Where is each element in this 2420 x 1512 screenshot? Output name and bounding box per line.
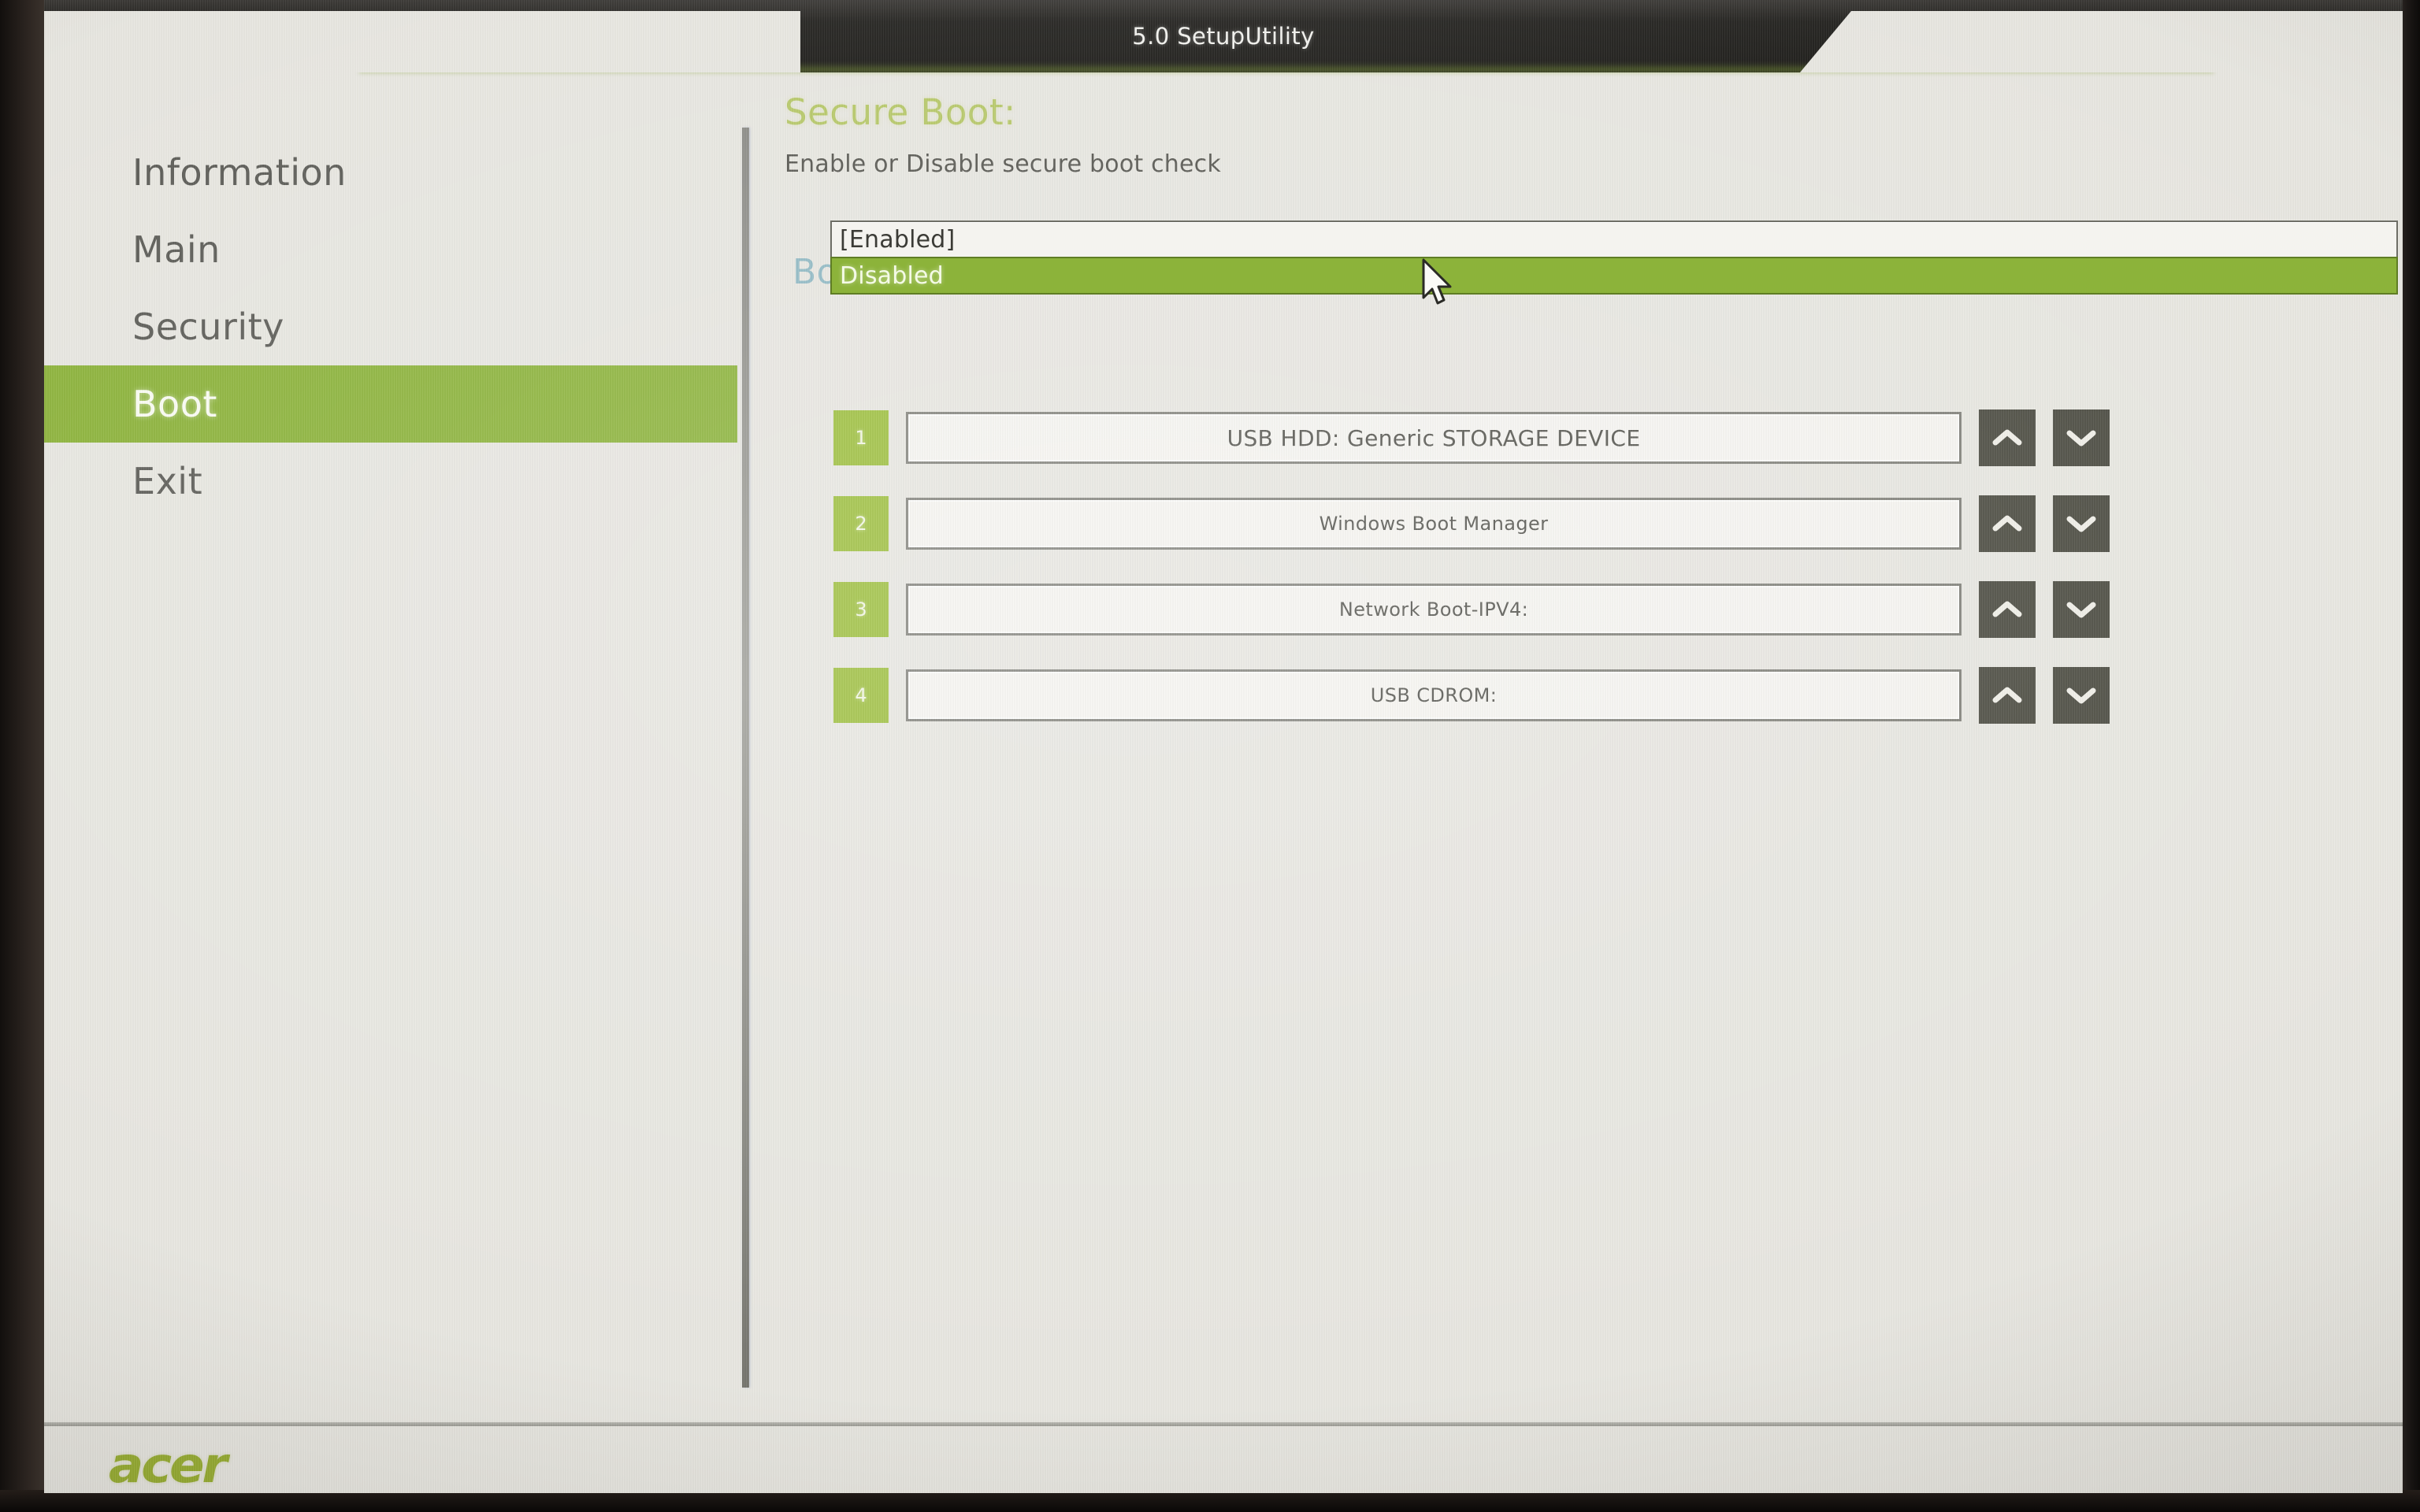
sidebar-item-label: Security — [132, 306, 284, 348]
dropdown-option-disabled[interactable]: Disabled — [830, 257, 2398, 295]
boot-device-label: USB CDROM: — [1370, 684, 1498, 706]
sidebar-item-exit[interactable]: Exit — [44, 443, 737, 520]
bios-screen: 5.0 SetupUtility Information Main Securi… — [44, 0, 2403, 1493]
move-up-button[interactable] — [1979, 410, 2036, 466]
boot-rank-badge: 4 — [833, 668, 889, 723]
boot-device-field[interactable]: Windows Boot Manager — [906, 498, 1962, 550]
move-up-button[interactable] — [1979, 667, 2036, 724]
boot-list-item[interactable]: 2 Windows Boot Manager — [833, 495, 2330, 552]
screen-bezel-bottom — [0, 1490, 2420, 1512]
move-up-button[interactable] — [1979, 495, 2036, 552]
vertical-divider — [742, 128, 749, 1388]
screen-bezel-right — [2401, 0, 2420, 1512]
secure-boot-dropdown[interactable]: [Enabled] Disabled — [830, 220, 2398, 295]
boot-device-label: Network Boot-IPV4: — [1338, 598, 1529, 621]
dropdown-current-value[interactable]: [Enabled] — [830, 220, 2398, 257]
sidebar-nav: Information Main Security Boot Exit — [44, 134, 737, 520]
sidebar-item-security[interactable]: Security — [44, 288, 737, 365]
mouse-pointer-icon — [1422, 258, 1452, 305]
boot-device-field[interactable]: USB CDROM: — [906, 669, 1962, 721]
chevron-up-icon — [1992, 687, 2022, 703]
sidebar-item-boot[interactable]: Boot — [44, 365, 737, 443]
chevron-up-icon — [1992, 429, 2022, 446]
boot-list-item[interactable]: 3 Network Boot-IPV4: — [833, 581, 2330, 638]
screen-bezel-left — [0, 0, 44, 1512]
page-title: 5.0 SetupUtility — [1132, 23, 1315, 50]
main-content: Secure Boot: Enable or Disable secure bo… — [785, 91, 2398, 724]
boot-rank-badge: 2 — [833, 496, 889, 551]
acer-logo: acer — [109, 1436, 228, 1493]
boot-list-item[interactable]: 1 USB HDD: Generic STORAGE DEVICE — [833, 410, 2330, 466]
chevron-down-icon — [2066, 687, 2096, 704]
boot-rank-badge: 1 — [833, 410, 889, 465]
boot-device-field[interactable]: Network Boot-IPV4: — [906, 584, 1962, 636]
chevron-down-icon — [2066, 430, 2096, 447]
chevron-up-icon — [1992, 601, 2022, 617]
sidebar-item-label: Main — [132, 228, 221, 271]
footer-divider — [44, 1422, 2403, 1426]
laptop-screen-photo: 5.0 SetupUtility Information Main Securi… — [0, 0, 2420, 1512]
sidebar-item-label: Exit — [132, 460, 203, 502]
move-down-button[interactable] — [2053, 410, 2110, 466]
secure-boot-heading: Secure Boot: — [785, 91, 1016, 133]
secure-boot-description: Enable or Disable secure boot check — [785, 150, 1221, 178]
sidebar-item-label: Boot — [132, 383, 217, 425]
boot-list-item[interactable]: 4 USB CDROM: — [833, 667, 2330, 724]
move-up-button[interactable] — [1979, 581, 2036, 638]
sidebar-item-information[interactable]: Information — [44, 134, 737, 211]
boot-rank-badge: 3 — [833, 582, 889, 637]
boot-device-label: Windows Boot Manager — [1319, 513, 1549, 535]
boot-device-label: USB HDD: Generic STORAGE DEVICE — [1227, 424, 1641, 451]
sidebar-item-label: Information — [132, 151, 347, 194]
move-down-button[interactable] — [2053, 495, 2110, 552]
move-down-button[interactable] — [2053, 581, 2110, 638]
chevron-down-icon — [2066, 516, 2096, 532]
move-down-button[interactable] — [2053, 667, 2110, 724]
boot-device-field[interactable]: USB HDD: Generic STORAGE DEVICE — [906, 412, 1962, 464]
boot-priority-list: 1 USB HDD: Generic STORAGE DEVICE 2 Wind… — [833, 410, 2330, 753]
sidebar-item-main[interactable]: Main — [44, 211, 737, 288]
chevron-up-icon — [1992, 515, 2022, 532]
chevron-down-icon — [2066, 602, 2096, 618]
